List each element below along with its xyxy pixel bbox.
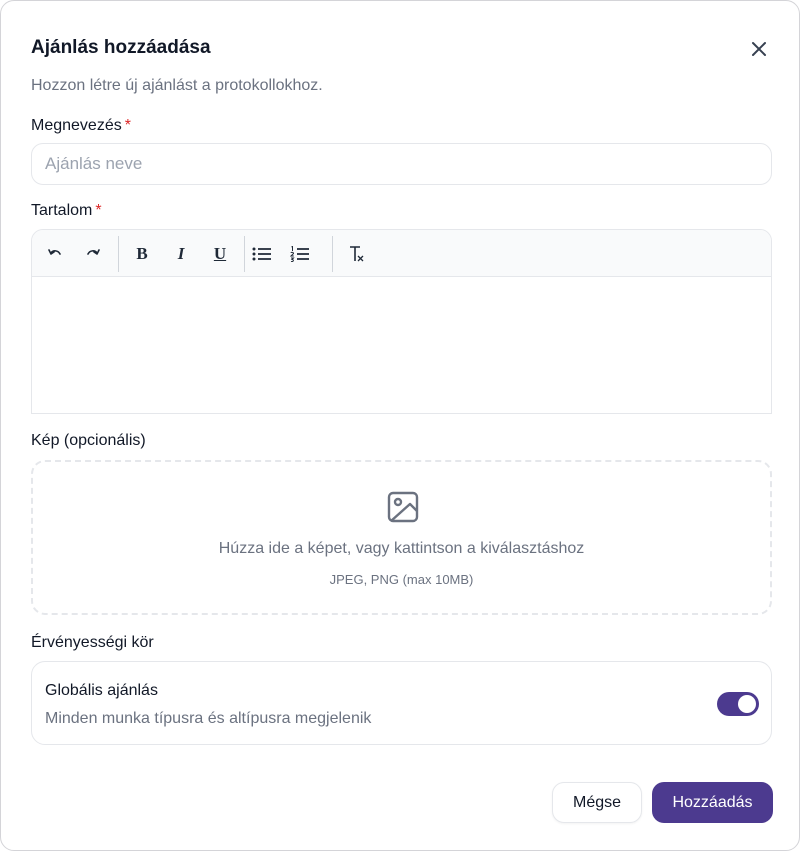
bold-button[interactable]: B [127,239,157,269]
add-recommendation-dialog: Ajánlás hozzáadása Hozzon létre új ajánl… [0,0,800,851]
global-option-description: Minden munka típusra és altípusra megjel… [45,710,372,727]
redo-icon [87,249,100,255]
scope-label: Érvényességi kör [31,634,154,651]
dialog-subtitle: Hozzon létre új ajánlást a protokollokho… [31,77,323,94]
rich-text-editor: B I U [31,229,772,414]
content-label-text: Tartalom [31,202,93,219]
dialog-title: Ajánlás hozzáadása [31,37,211,58]
name-required-mark: * [124,117,131,134]
redo-button[interactable] [78,239,108,269]
content-required-mark: * [95,202,102,219]
toggle-knob [738,695,756,713]
name-input[interactable] [31,143,772,185]
numbered-list-icon [290,246,309,262]
global-recommendation-card: Globális ajánlás Minden munka típusra és… [31,661,772,745]
numbered-list-button[interactable] [285,239,315,269]
editor-content-area[interactable] [32,277,771,413]
dropzone-instruction: Húzza ide a képet, vagy kattintson a kiv… [218,540,585,557]
toolbar-divider [332,236,333,272]
global-option-title: Globális ajánlás [45,682,158,699]
close-icon [752,42,766,56]
italic-button[interactable]: I [166,239,196,269]
clear-format-button[interactable] [342,239,372,269]
name-label-text: Megnevezés [31,117,122,134]
undo-button[interactable] [40,239,70,269]
underline-button[interactable]: U [205,239,235,269]
add-button[interactable]: Hozzáadás [652,782,773,823]
name-label: Megnevezés * [31,117,131,135]
cancel-button[interactable]: Mégse [552,782,642,823]
bullet-list-icon [252,247,271,261]
image-label: Kép (opcionális) [31,432,146,449]
undo-icon [48,249,61,255]
toolbar-divider [118,236,119,272]
bullet-list-button[interactable] [247,239,277,269]
image-dropzone[interactable]: Húzza ide a képet, vagy kattintson a kiv… [31,460,772,615]
image-icon [387,491,419,523]
global-recommendation-toggle[interactable] [717,692,759,716]
toolbar-divider [244,236,245,272]
content-label: Tartalom * [31,202,102,220]
clear-format-icon [350,246,364,262]
editor-toolbar: B I U [32,230,771,277]
close-button[interactable] [745,35,773,63]
dropzone-hint: JPEG, PNG (max 10MB) [329,572,474,587]
